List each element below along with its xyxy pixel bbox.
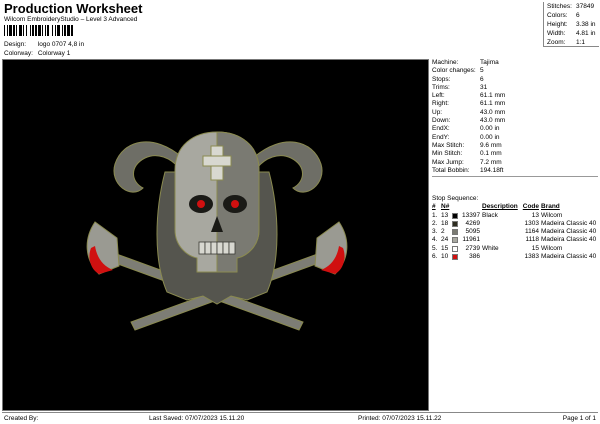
color-swatch [452, 245, 458, 252]
info-total-bobbin: Total Bobbin: 194.18ft [432, 166, 504, 174]
info-left: Left: 61.1 mm [432, 92, 506, 100]
machine-info-panel: Machine: Tajima Color changes: 5 Stops: 6 T… [432, 59, 598, 178]
color-swatch [452, 229, 458, 236]
footer-created-by: Created By: [4, 415, 39, 422]
stat-colors: Colors: 6 [547, 12, 580, 19]
table-row: 5. 15 2739 White 15 Wilcom [432, 244, 563, 252]
design-preview [2, 59, 429, 411]
info-endx: EndX: 0.00 in [432, 125, 500, 133]
info-trims: Trims: 31 [432, 83, 488, 91]
design-label: Design: [4, 41, 27, 48]
table-row: 3. 2 5095 1164 Madeira Classic 40 [432, 228, 597, 236]
software-subtitle: Wilcom EmbroideryStudio – Level 3 Advanc… [4, 16, 138, 23]
info-up: Up: 43.0 mm [432, 108, 506, 116]
info-divider [432, 176, 598, 178]
teeth [198, 241, 236, 255]
stat-width: Width: 4.81 in [547, 30, 596, 37]
left-eye [197, 200, 205, 208]
info-max-jump: Max Jump: 7.2 mm [432, 158, 502, 166]
table-row: 6. 10 386 1383 Madeira Classic 40 [432, 253, 597, 261]
table-row: 4. 24 11961 1118 Madeira Classic 40 [432, 236, 597, 244]
footer-printed: Printed: 07/07/2023 15.11.22 [358, 415, 442, 422]
skull-emblem-artwork [86, 131, 348, 331]
table-row: 1. 13 13397 Black 13 Wilcom [432, 211, 563, 219]
info-max-stitch: Max Stitch: 9.6 mm [432, 141, 502, 149]
color-swatch [452, 212, 458, 219]
footer-page-number: Page 1 of 1 [562, 415, 596, 422]
stop-sequence-header: # N# Description Code Brand [432, 203, 560, 211]
stop-sequence-table: Stop Sequence: # N# Description Code Bra… [432, 195, 598, 261]
colorway-label: Colorway: [4, 50, 33, 57]
info-min-stitch: Min Stitch: 0.1 mm [432, 150, 502, 158]
design-value: logo 0707 4,8 in [37, 41, 85, 48]
footer-last-saved: Last Saved: 07/07/2023 15.11.20 [149, 415, 245, 422]
color-swatch [452, 237, 458, 244]
colorway-row: Colorway: Colorway 1 [4, 50, 70, 57]
info-right: Right: 61.1 mm [432, 100, 506, 108]
barcode [4, 25, 73, 36]
info-endy: EndY: 0.00 in [432, 133, 500, 141]
info-machine: Machine: Tajima [432, 59, 499, 66]
sheet-title: Production Worksheet [4, 1, 143, 16]
stat-zoom: Zoom: 1:1 [547, 39, 586, 46]
right-eye [231, 200, 239, 208]
stop-sequence-title: Stop Sequence: [432, 195, 479, 202]
stat-height: Height: 3.38 in [547, 21, 596, 28]
stats-box: Stitches: 37849 Colors: 6 Height: 3.38 in W… [543, 2, 599, 47]
info-down: Down: 43.0 mm [432, 117, 506, 125]
table-row: 2. 18 4269 1303 Madeira Classic 40 [432, 219, 597, 227]
footer: Created By: Last Saved: 07/07/2023 15.11… [2, 412, 598, 423]
colorway-value: Colorway 1 [37, 50, 71, 57]
info-stops: Stops: 6 [432, 75, 484, 83]
color-swatch [452, 220, 458, 227]
stat-stitches: Stitches: 37849 [547, 3, 595, 10]
info-color-changes: Color changes: 5 [432, 67, 484, 75]
design-row: Design: logo 0707 4,8 in [4, 41, 84, 48]
color-swatch [452, 254, 458, 261]
